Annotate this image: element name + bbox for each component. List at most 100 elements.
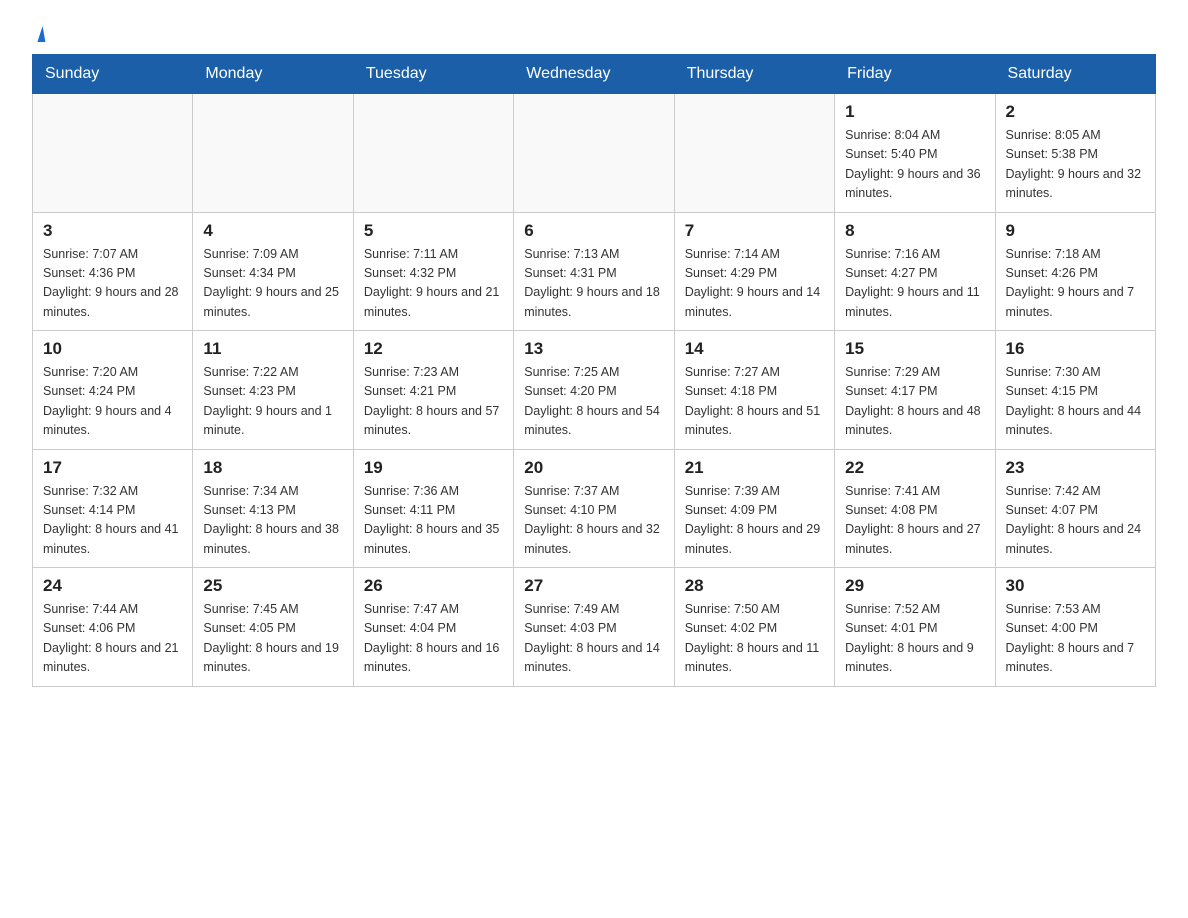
day-detail: Sunrise: 7:14 AMSunset: 4:29 PMDaylight:…: [685, 245, 824, 323]
day-detail: Sunrise: 7:36 AMSunset: 4:11 PMDaylight:…: [364, 482, 503, 560]
calendar-header-friday: Friday: [835, 55, 995, 94]
day-detail: Sunrise: 7:11 AMSunset: 4:32 PMDaylight:…: [364, 245, 503, 323]
day-number: 24: [43, 576, 182, 596]
day-number: 1: [845, 102, 984, 122]
day-detail: Sunrise: 7:07 AMSunset: 4:36 PMDaylight:…: [43, 245, 182, 323]
day-detail: Sunrise: 7:39 AMSunset: 4:09 PMDaylight:…: [685, 482, 824, 560]
day-number: 17: [43, 458, 182, 478]
calendar-cell: 7 Sunrise: 7:14 AMSunset: 4:29 PMDaylight…: [674, 212, 834, 331]
day-detail: Sunrise: 7:16 AMSunset: 4:27 PMDaylight:…: [845, 245, 984, 323]
calendar-header-monday: Monday: [193, 55, 353, 94]
calendar-week-3: 10 Sunrise: 7:20 AMSunset: 4:24 PMDayligh…: [33, 331, 1156, 450]
calendar-cell: 3 Sunrise: 7:07 AMSunset: 4:36 PMDaylight…: [33, 212, 193, 331]
calendar-cell: 25 Sunrise: 7:45 AMSunset: 4:05 PMDayligh…: [193, 568, 353, 687]
day-detail: Sunrise: 7:34 AMSunset: 4:13 PMDaylight:…: [203, 482, 342, 560]
day-detail: Sunrise: 7:27 AMSunset: 4:18 PMDaylight:…: [685, 363, 824, 441]
day-number: 5: [364, 221, 503, 241]
calendar-cell: 6 Sunrise: 7:13 AMSunset: 4:31 PMDaylight…: [514, 212, 674, 331]
day-detail: Sunrise: 7:29 AMSunset: 4:17 PMDaylight:…: [845, 363, 984, 441]
day-detail: Sunrise: 7:25 AMSunset: 4:20 PMDaylight:…: [524, 363, 663, 441]
calendar-header-thursday: Thursday: [674, 55, 834, 94]
day-detail: Sunrise: 7:45 AMSunset: 4:05 PMDaylight:…: [203, 600, 342, 678]
calendar-cell: 21 Sunrise: 7:39 AMSunset: 4:09 PMDayligh…: [674, 449, 834, 568]
calendar-header-saturday: Saturday: [995, 55, 1155, 94]
day-number: 14: [685, 339, 824, 359]
day-detail: Sunrise: 7:52 AMSunset: 4:01 PMDaylight:…: [845, 600, 984, 678]
calendar-cell: 1 Sunrise: 8:04 AMSunset: 5:40 PMDaylight…: [835, 94, 995, 213]
calendar-cell: 12 Sunrise: 7:23 AMSunset: 4:21 PMDayligh…: [353, 331, 513, 450]
calendar-cell: 8 Sunrise: 7:16 AMSunset: 4:27 PMDaylight…: [835, 212, 995, 331]
calendar-cell: 23 Sunrise: 7:42 AMSunset: 4:07 PMDayligh…: [995, 449, 1155, 568]
day-number: 18: [203, 458, 342, 478]
day-detail: Sunrise: 7:44 AMSunset: 4:06 PMDaylight:…: [43, 600, 182, 678]
day-number: 11: [203, 339, 342, 359]
calendar-cell: [353, 94, 513, 213]
day-number: 7: [685, 221, 824, 241]
day-detail: Sunrise: 8:05 AMSunset: 5:38 PMDaylight:…: [1006, 126, 1145, 204]
day-detail: Sunrise: 7:20 AMSunset: 4:24 PMDaylight:…: [43, 363, 182, 441]
day-number: 19: [364, 458, 503, 478]
calendar-cell: 30Sunrise: 7:53 AMSunset: 4:00 PMDayligh…: [995, 568, 1155, 687]
calendar-week-1: 1 Sunrise: 8:04 AMSunset: 5:40 PMDaylight…: [33, 94, 1156, 213]
day-detail: Sunrise: 7:42 AMSunset: 4:07 PMDaylight:…: [1006, 482, 1145, 560]
calendar-header-row: SundayMondayTuesdayWednesdayThursdayFrid…: [33, 55, 1156, 94]
calendar-cell: 11Sunrise: 7:22 AMSunset: 4:23 PMDayligh…: [193, 331, 353, 450]
calendar-cell: 9Sunrise: 7:18 AMSunset: 4:26 PMDaylight…: [995, 212, 1155, 331]
calendar-week-5: 24 Sunrise: 7:44 AMSunset: 4:06 PMDayligh…: [33, 568, 1156, 687]
calendar-cell: 14 Sunrise: 7:27 AMSunset: 4:18 PMDayligh…: [674, 331, 834, 450]
logo: [32, 28, 46, 42]
calendar-cell: 2 Sunrise: 8:05 AMSunset: 5:38 PMDaylight…: [995, 94, 1155, 213]
calendar-cell: 29 Sunrise: 7:52 AMSunset: 4:01 PMDayligh…: [835, 568, 995, 687]
calendar-cell: 27 Sunrise: 7:49 AMSunset: 4:03 PMDayligh…: [514, 568, 674, 687]
day-detail: Sunrise: 8:04 AMSunset: 5:40 PMDaylight:…: [845, 126, 984, 204]
calendar-cell: 26 Sunrise: 7:47 AMSunset: 4:04 PMDayligh…: [353, 568, 513, 687]
page-header: [32, 24, 1156, 42]
day-number: 23: [1006, 458, 1145, 478]
calendar-cell: [514, 94, 674, 213]
calendar-cell: 5 Sunrise: 7:11 AMSunset: 4:32 PMDaylight…: [353, 212, 513, 331]
calendar-cell: 17 Sunrise: 7:32 AMSunset: 4:14 PMDayligh…: [33, 449, 193, 568]
day-detail: Sunrise: 7:13 AMSunset: 4:31 PMDaylight:…: [524, 245, 663, 323]
day-detail: Sunrise: 7:49 AMSunset: 4:03 PMDaylight:…: [524, 600, 663, 678]
day-detail: Sunrise: 7:30 AMSunset: 4:15 PMDaylight:…: [1006, 363, 1145, 441]
day-detail: Sunrise: 7:37 AMSunset: 4:10 PMDaylight:…: [524, 482, 663, 560]
day-number: 9: [1006, 221, 1145, 241]
calendar-cell: 4Sunrise: 7:09 AMSunset: 4:34 PMDaylight…: [193, 212, 353, 331]
day-number: 27: [524, 576, 663, 596]
day-number: 15: [845, 339, 984, 359]
day-number: 30: [1006, 576, 1145, 596]
calendar-cell: 15 Sunrise: 7:29 AMSunset: 4:17 PMDayligh…: [835, 331, 995, 450]
calendar-header-wednesday: Wednesday: [514, 55, 674, 94]
calendar-cell: [33, 94, 193, 213]
day-number: 3: [43, 221, 182, 241]
day-number: 10: [43, 339, 182, 359]
day-detail: Sunrise: 7:23 AMSunset: 4:21 PMDaylight:…: [364, 363, 503, 441]
calendar-table: SundayMondayTuesdayWednesdayThursdayFrid…: [32, 54, 1156, 687]
calendar-header-sunday: Sunday: [33, 55, 193, 94]
day-number: 12: [364, 339, 503, 359]
day-number: 21: [685, 458, 824, 478]
day-number: 20: [524, 458, 663, 478]
calendar-week-4: 17 Sunrise: 7:32 AMSunset: 4:14 PMDayligh…: [33, 449, 1156, 568]
calendar-cell: 19 Sunrise: 7:36 AMSunset: 4:11 PMDayligh…: [353, 449, 513, 568]
day-detail: Sunrise: 7:47 AMSunset: 4:04 PMDaylight:…: [364, 600, 503, 678]
day-detail: Sunrise: 7:32 AMSunset: 4:14 PMDaylight:…: [43, 482, 182, 560]
day-number: 26: [364, 576, 503, 596]
calendar-cell: 28Sunrise: 7:50 AMSunset: 4:02 PMDayligh…: [674, 568, 834, 687]
day-number: 4: [203, 221, 342, 241]
day-number: 28: [685, 576, 824, 596]
calendar-cell: 16Sunrise: 7:30 AMSunset: 4:15 PMDayligh…: [995, 331, 1155, 450]
day-number: 22: [845, 458, 984, 478]
logo-triangle-icon: [35, 26, 46, 42]
day-number: 29: [845, 576, 984, 596]
calendar-cell: 20 Sunrise: 7:37 AMSunset: 4:10 PMDayligh…: [514, 449, 674, 568]
calendar-cell: [674, 94, 834, 213]
calendar-cell: 24 Sunrise: 7:44 AMSunset: 4:06 PMDayligh…: [33, 568, 193, 687]
day-number: 6: [524, 221, 663, 241]
day-number: 8: [845, 221, 984, 241]
calendar-cell: 18 Sunrise: 7:34 AMSunset: 4:13 PMDayligh…: [193, 449, 353, 568]
day-number: 2: [1006, 102, 1145, 122]
day-number: 25: [203, 576, 342, 596]
calendar-cell: [193, 94, 353, 213]
day-detail: Sunrise: 7:41 AMSunset: 4:08 PMDaylight:…: [845, 482, 984, 560]
